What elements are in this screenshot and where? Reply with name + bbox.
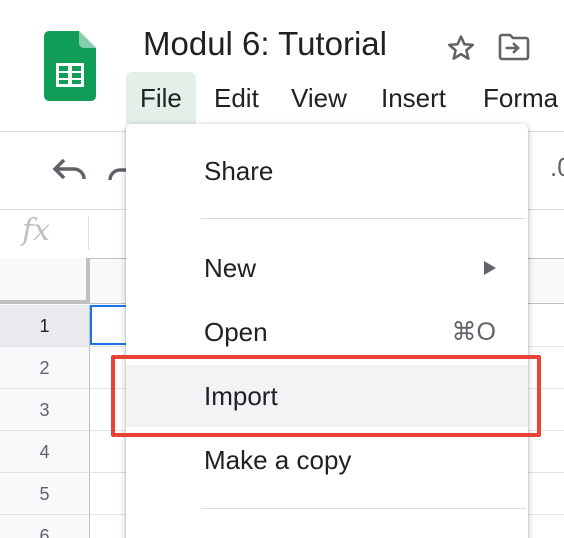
menu-file[interactable]: File [126,72,196,124]
toolbar-decimal-button[interactable]: .0 [550,152,564,183]
sheets-logo-icon[interactable] [44,31,96,102]
fx-icon: fx [22,213,51,248]
row-header-1[interactable]: 1 [0,305,90,347]
selected-cell-a1[interactable] [90,305,130,345]
file-menu-new[interactable]: New [126,237,528,299]
file-menu-share-label: Share [204,156,274,186]
menu-format[interactable]: Forma [469,72,564,124]
menu-edit[interactable]: Edit [200,72,273,124]
menu-separator [201,218,526,219]
file-menu-new-label: New [204,253,257,283]
file-menu-make-a-copy[interactable]: Make a copy [126,429,528,491]
grid-corner[interactable] [0,258,90,304]
row-header-4[interactable]: 4 [0,431,90,473]
file-menu-open-shortcut: ⌘O [451,318,496,346]
menu-view[interactable]: View [277,72,361,124]
menubar: File Edit View Insert Forma [126,72,564,124]
submenu-arrow-icon [484,261,496,275]
file-menu-dropdown: Share New Open ⌘O Import Make a copy [126,124,528,538]
document-title[interactable]: Modul 6: Tutorial [143,22,387,66]
star-icon[interactable] [446,33,476,63]
row-header-5[interactable]: 5 [0,473,90,515]
menu-separator [201,508,526,509]
file-menu-import[interactable]: Import [126,365,528,427]
undo-icon[interactable] [50,154,90,188]
formula-bar-separator [88,216,89,250]
file-menu-import-label: Import [204,381,278,411]
row-header-3[interactable]: 3 [0,389,90,431]
page: Modul 6: Tutorial File Edit View Insert … [0,0,564,538]
file-menu-open-label: Open [204,317,268,347]
row-header-6[interactable]: 6 [0,515,90,538]
menu-insert[interactable]: Insert [367,72,460,124]
row-header-2[interactable]: 2 [0,347,90,389]
file-menu-make-a-copy-label: Make a copy [204,445,352,475]
file-menu-share[interactable]: Share [126,140,528,202]
file-menu-open[interactable]: Open ⌘O [126,301,528,363]
move-to-folder-icon[interactable] [498,33,530,61]
